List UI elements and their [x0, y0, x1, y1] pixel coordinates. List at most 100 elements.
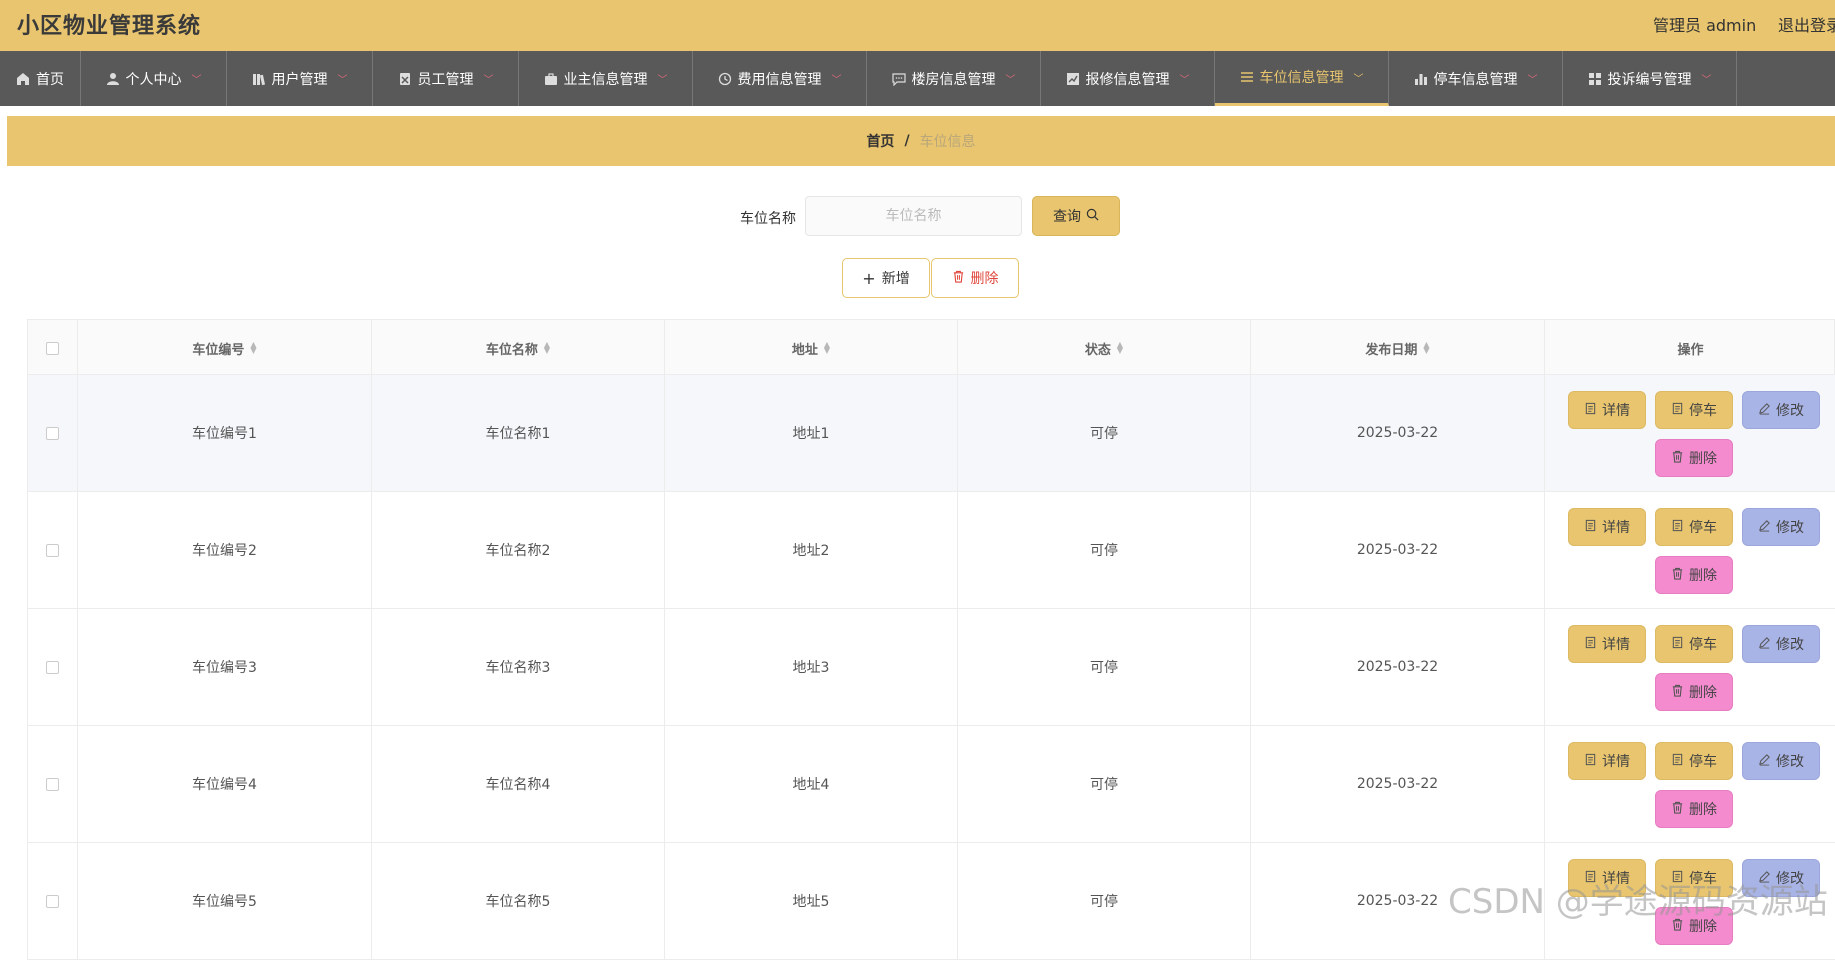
nav-item-fee-info[interactable]: 费用信息管理 ﹀ — [693, 51, 867, 106]
edit-button[interactable]: 修改 — [1742, 742, 1820, 780]
breadcrumb: 首页 / 车位信息 — [7, 116, 1835, 166]
app-title: 小区物业管理系统 — [17, 14, 202, 39]
document-icon — [1671, 753, 1684, 770]
nav-item-user-management[interactable]: 用户管理 ﹀ — [227, 51, 373, 106]
column-header-actions: 操作 — [1545, 320, 1835, 376]
column-header-address[interactable]: 地址 ▲ ▼ — [665, 320, 958, 376]
edit-button[interactable]: 修改 — [1742, 625, 1820, 663]
chevron-down-icon: ﹀ — [1701, 75, 1712, 86]
chat-icon — [891, 72, 906, 86]
select-all-checkbox[interactable] — [46, 341, 59, 355]
column-header-status[interactable]: 状态 ▲ ▼ — [958, 320, 1251, 376]
sort-icon[interactable]: ▲ ▼ — [1423, 341, 1429, 355]
query-button[interactable]: 查询 — [1032, 196, 1120, 236]
cell-address: 地址4 — [665, 726, 958, 842]
nav-item-label: 用户管理 — [271, 71, 328, 88]
edit-button[interactable]: 修改 — [1742, 508, 1820, 546]
document-icon — [1671, 519, 1684, 536]
cell-date: 2025-03-22 — [1251, 726, 1545, 842]
row-delete-button-label: 删除 — [1689, 685, 1717, 701]
nav-item-repair-info[interactable]: 报修信息管理 ﹀ — [1041, 51, 1215, 106]
cell-address: 地址3 — [665, 609, 958, 725]
add-button-label: 新增 — [881, 271, 910, 287]
column-header-label: 发布日期 — [1365, 342, 1418, 358]
column-header-label: 状态 — [1084, 342, 1111, 358]
row-checkbox[interactable] — [46, 543, 59, 557]
sort-icon[interactable]: ▲ ▼ — [824, 341, 830, 355]
row-delete-button[interactable]: 删除 — [1655, 790, 1733, 828]
edit-button-label: 修改 — [1776, 403, 1804, 419]
cell-name: 车位名称4 — [372, 726, 665, 842]
column-header-name[interactable]: 车位名称 ▲ ▼ — [372, 320, 665, 376]
row-checkbox[interactable] — [46, 660, 59, 674]
table-row[interactable]: 车位编号2 车位名称2 地址2 可停 2025-03-22 详情 停车 修改 删… — [27, 492, 1835, 609]
cell-code: 车位编号3 — [78, 609, 372, 725]
row-checkbox[interactable] — [46, 426, 59, 440]
trash-icon — [1671, 801, 1684, 818]
nav-item-staff-management[interactable]: 员工管理 ﹀ — [373, 51, 519, 106]
column-header-code[interactable]: 车位编号 ▲ ▼ — [78, 320, 372, 376]
delete-button-label: 删除 — [970, 271, 999, 287]
table-row[interactable]: 车位编号1 车位名称1 地址1 可停 2025-03-22 详情 停车 修改 删… — [27, 375, 1835, 492]
park-button[interactable]: 停车 — [1655, 742, 1733, 780]
home-icon — [16, 72, 30, 86]
park-button-label: 停车 — [1689, 637, 1717, 653]
pencil-icon — [1758, 753, 1771, 770]
chevron-down-icon: ﹀ — [191, 75, 202, 86]
nav-item-owner-info[interactable]: 业主信息管理 ﹀ — [519, 51, 693, 106]
document-icon — [1671, 636, 1684, 653]
admin-label: 管理员 admin — [1653, 16, 1757, 35]
sort-icon[interactable]: ▲ ▼ — [544, 341, 550, 355]
row-delete-button[interactable]: 删除 — [1655, 673, 1733, 711]
edit-button[interactable]: 修改 — [1742, 391, 1820, 429]
detail-button[interactable]: 详情 — [1568, 508, 1646, 546]
row-delete-button[interactable]: 删除 — [1655, 439, 1733, 477]
nav-item-building-info[interactable]: 楼房信息管理 ﹀ — [867, 51, 1041, 106]
edit-button-label: 修改 — [1776, 637, 1804, 653]
query-button-label: 查询 — [1053, 209, 1081, 225]
park-button[interactable]: 停车 — [1655, 391, 1733, 429]
breadcrumb-home[interactable]: 首页 — [866, 131, 894, 151]
row-checkbox[interactable] — [46, 777, 59, 791]
nav-item-parking-info[interactable]: 停车信息管理 ﹀ — [1389, 51, 1563, 106]
edit-button-label: 修改 — [1776, 754, 1804, 770]
batch-delete-button[interactable]: 删除 — [931, 258, 1019, 298]
add-button[interactable]: + 新增 — [842, 258, 930, 298]
row-checkbox[interactable] — [46, 894, 59, 908]
document-icon — [1584, 519, 1597, 536]
chevron-down-icon: ﹀ — [1353, 73, 1364, 85]
document-icon — [1671, 402, 1684, 419]
sort-icon[interactable]: ▲ ▼ — [250, 341, 256, 355]
cell-address: 地址5 — [665, 843, 958, 959]
cell-status: 可停 — [958, 375, 1251, 491]
search-input[interactable] — [805, 196, 1022, 236]
sort-icon[interactable]: ▲ ▼ — [1117, 341, 1123, 355]
column-header-label: 操作 — [1677, 342, 1704, 358]
table-row[interactable]: 车位编号3 车位名称3 地址3 可停 2025-03-22 详情 停车 修改 删… — [27, 609, 1835, 726]
cell-code: 车位编号5 — [78, 843, 372, 959]
nav-item-label: 员工管理 — [417, 71, 474, 88]
row-delete-button[interactable]: 删除 — [1655, 556, 1733, 594]
nav-item-parking-space-info[interactable]: 车位信息管理 ﹀ — [1215, 51, 1389, 106]
park-button[interactable]: 停车 — [1655, 508, 1733, 546]
row-select-cell — [28, 609, 78, 725]
nav-item-personal-center[interactable]: 个人中心 ﹀ — [81, 51, 227, 106]
table-row[interactable]: 车位编号4 车位名称4 地址4 可停 2025-03-22 详情 停车 修改 删… — [27, 726, 1835, 843]
nav-item-label: 报修信息管理 — [1085, 71, 1170, 88]
detail-button[interactable]: 详情 — [1568, 391, 1646, 429]
detail-button[interactable]: 详情 — [1568, 742, 1646, 780]
plus-icon: + — [862, 268, 876, 288]
park-button[interactable]: 停车 — [1655, 625, 1733, 663]
column-header-date[interactable]: 发布日期 ▲ ▼ — [1251, 320, 1545, 376]
cell-name: 车位名称5 — [372, 843, 665, 959]
logout-link[interactable]: 退出登录 — [1778, 12, 1835, 36]
chevron-down-icon: ﹀ — [831, 75, 842, 86]
nav-item-home[interactable]: 首页 — [0, 51, 81, 106]
watermark: CSDN @学途源码资源站 — [1448, 882, 1828, 922]
row-select-cell — [28, 492, 78, 608]
detail-button[interactable]: 详情 — [1568, 625, 1646, 663]
nav-item-complaint-code[interactable]: 投诉编号管理 ﹀ — [1563, 51, 1737, 106]
nav-item-label: 费用信息管理 — [737, 71, 822, 88]
breadcrumb-current: 车位信息 — [919, 134, 976, 150]
cell-date: 2025-03-22 — [1251, 609, 1545, 725]
